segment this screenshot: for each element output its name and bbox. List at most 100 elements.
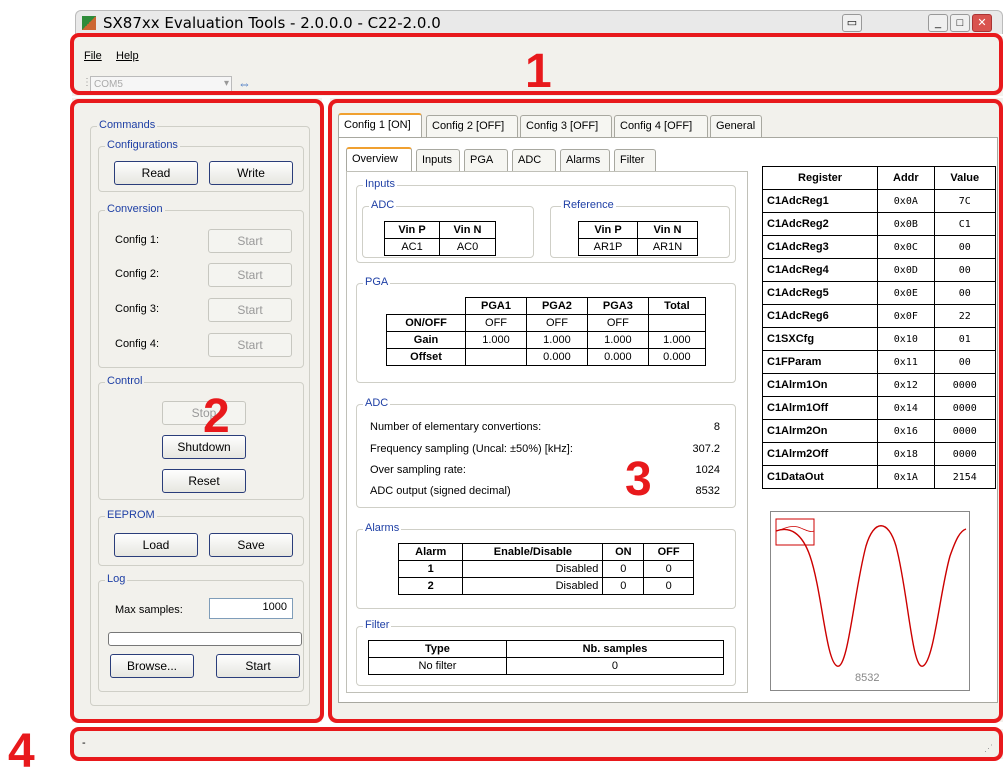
- tab-config2[interactable]: Config 2 [OFF]: [426, 115, 518, 137]
- tab-config4[interactable]: Config 4 [OFF]: [614, 115, 708, 137]
- pga-cell: OFF: [465, 314, 527, 332]
- connect-plug-icon[interactable]: ⇔: [238, 76, 251, 91]
- adc-vinp-header: Vin P: [383, 221, 441, 239]
- annotation-number-4: 4: [8, 725, 35, 778]
- restore-icon[interactable]: ▭: [842, 14, 862, 32]
- register-value: 00: [933, 258, 997, 282]
- conversion-label: Conversion: [105, 203, 165, 215]
- title-bar: SX87xx Evaluation Tools - 2.0.0.0 - C22-…: [75, 10, 1003, 34]
- save-button[interactable]: Save: [209, 533, 293, 557]
- com-port-select[interactable]: COM5 ▾: [90, 76, 232, 94]
- plot-value-label: 8532: [855, 672, 879, 684]
- read-button[interactable]: Read: [114, 161, 198, 185]
- register-name: C1AdcReg4: [761, 258, 879, 282]
- ref-vinp-header: Vin P: [577, 221, 639, 239]
- pga3-header: PGA3: [586, 297, 649, 315]
- register-value: 7C: [933, 189, 997, 213]
- eeprom-label: EEPROM: [105, 509, 157, 521]
- status-text: -: [82, 737, 86, 749]
- subtab-inputs[interactable]: Inputs: [416, 149, 460, 171]
- subtab-filter[interactable]: Filter: [614, 149, 656, 171]
- register-value: 00: [933, 281, 997, 305]
- ref-vinn-value: AR1N: [637, 238, 698, 256]
- alarms-header: ON: [602, 543, 645, 561]
- register-addr: 0x12: [877, 373, 935, 397]
- annotation-number-2: 2: [203, 390, 230, 443]
- pga2-header: PGA2: [525, 297, 588, 315]
- alarms-header: Alarm: [397, 543, 464, 561]
- table-row: C1Alrm1On 0x12 0000: [761, 373, 997, 397]
- alarm-cell: 0: [602, 577, 645, 595]
- minimize-button[interactable]: _: [928, 14, 948, 32]
- register-addr: 0x10: [877, 327, 935, 351]
- pga-cell: 1.000: [525, 331, 588, 349]
- register-value: 0000: [933, 396, 997, 420]
- addr-header: Addr: [877, 166, 935, 190]
- pga-label: PGA: [363, 276, 391, 288]
- register-addr: 0x14: [877, 396, 935, 420]
- adc-row-value: 8532: [695, 485, 720, 497]
- pga-cell: [465, 348, 527, 366]
- load-button[interactable]: Load: [114, 533, 198, 557]
- annotation-number-3: 3: [625, 453, 652, 506]
- adc-row-value: 307.2: [692, 443, 720, 455]
- tab-config3[interactable]: Config 3 [OFF]: [520, 115, 612, 137]
- max-samples-input[interactable]: 1000: [209, 598, 293, 619]
- subtab-overview[interactable]: Overview: [346, 147, 412, 171]
- maximize-button[interactable]: □: [950, 14, 970, 32]
- alarm-cell: Disabled: [462, 577, 604, 595]
- log-label: Log: [105, 573, 128, 585]
- register-addr: 0x0D: [877, 258, 935, 282]
- log-start-button[interactable]: Start: [216, 654, 300, 678]
- register-value: 0000: [933, 419, 997, 443]
- register-addr: 0x11: [877, 350, 935, 374]
- browse-button[interactable]: Browse...: [110, 654, 194, 678]
- config2-start-button[interactable]: Start: [208, 263, 292, 287]
- table-row: C1AdcReg4 0x0D 00: [761, 258, 997, 282]
- max-samples-label: Max samples:: [115, 604, 183, 616]
- config4-start-button[interactable]: Start: [208, 333, 292, 357]
- adc-input-label: ADC: [369, 199, 397, 211]
- pga-cell: 1.000: [465, 331, 527, 349]
- register-name: C1AdcReg3: [761, 235, 879, 259]
- pga-row-label: Gain: [385, 331, 467, 349]
- write-button[interactable]: Write: [209, 161, 293, 185]
- menu-file[interactable]: File: [84, 50, 102, 62]
- close-button[interactable]: ✕: [972, 14, 992, 32]
- register-name: C1AdcReg1: [761, 189, 879, 213]
- pga-cell: 0.000: [525, 348, 588, 366]
- config1-start-button[interactable]: Start: [208, 229, 292, 253]
- resize-grip-icon[interactable]: ⋰: [984, 743, 993, 754]
- subtab-pga[interactable]: PGA: [464, 149, 508, 171]
- menu-help[interactable]: Help: [116, 50, 139, 62]
- pga-cell: [647, 314, 707, 332]
- left-command-panel: Commands Configurations Read Write Conve…: [72, 98, 322, 722]
- adc-row-value: 8: [713, 421, 720, 433]
- table-row: C1AdcReg3 0x0C 00: [761, 235, 997, 259]
- filter-samples-value: 0: [505, 657, 725, 675]
- reset-button[interactable]: Reset: [162, 469, 246, 493]
- table-row: C1AdcReg6 0x0F 22: [761, 304, 997, 328]
- commands-label: Commands: [97, 119, 158, 131]
- register-header: Register: [761, 166, 879, 190]
- config3-start-button[interactable]: Start: [208, 298, 292, 322]
- alarm-number: 1: [397, 560, 464, 578]
- register-name: C1AdcReg6: [761, 304, 879, 328]
- filter-type-header: Type: [368, 640, 507, 658]
- register-table: Register Addr Value C1AdcReg1 0x0A 7C C1AdcR…: [761, 166, 997, 489]
- register-addr: 0x18: [877, 442, 935, 466]
- register-value: 0000: [933, 373, 997, 397]
- config2-label: Config 2:: [115, 268, 160, 280]
- pga1-header: PGA1: [465, 297, 527, 315]
- tab-general[interactable]: General: [710, 115, 762, 137]
- com-port-value: COM5: [94, 79, 123, 90]
- subtab-adc[interactable]: ADC: [512, 149, 556, 171]
- status-bar: - ⋰: [72, 729, 1003, 759]
- adc-vinn-header: Vin N: [439, 221, 496, 239]
- table-row: C1DataOut 0x1A 2154: [761, 465, 997, 489]
- register-value: C1: [933, 212, 997, 236]
- tab-config1[interactable]: Config 1 [ON]: [338, 113, 422, 137]
- pga-table: PGA1 PGA2 PGA3 Total ON/OFF OFF OFF OFF Gain 1.…: [385, 297, 707, 366]
- pga-cell: OFF: [586, 314, 649, 332]
- subtab-alarms[interactable]: Alarms: [560, 149, 610, 171]
